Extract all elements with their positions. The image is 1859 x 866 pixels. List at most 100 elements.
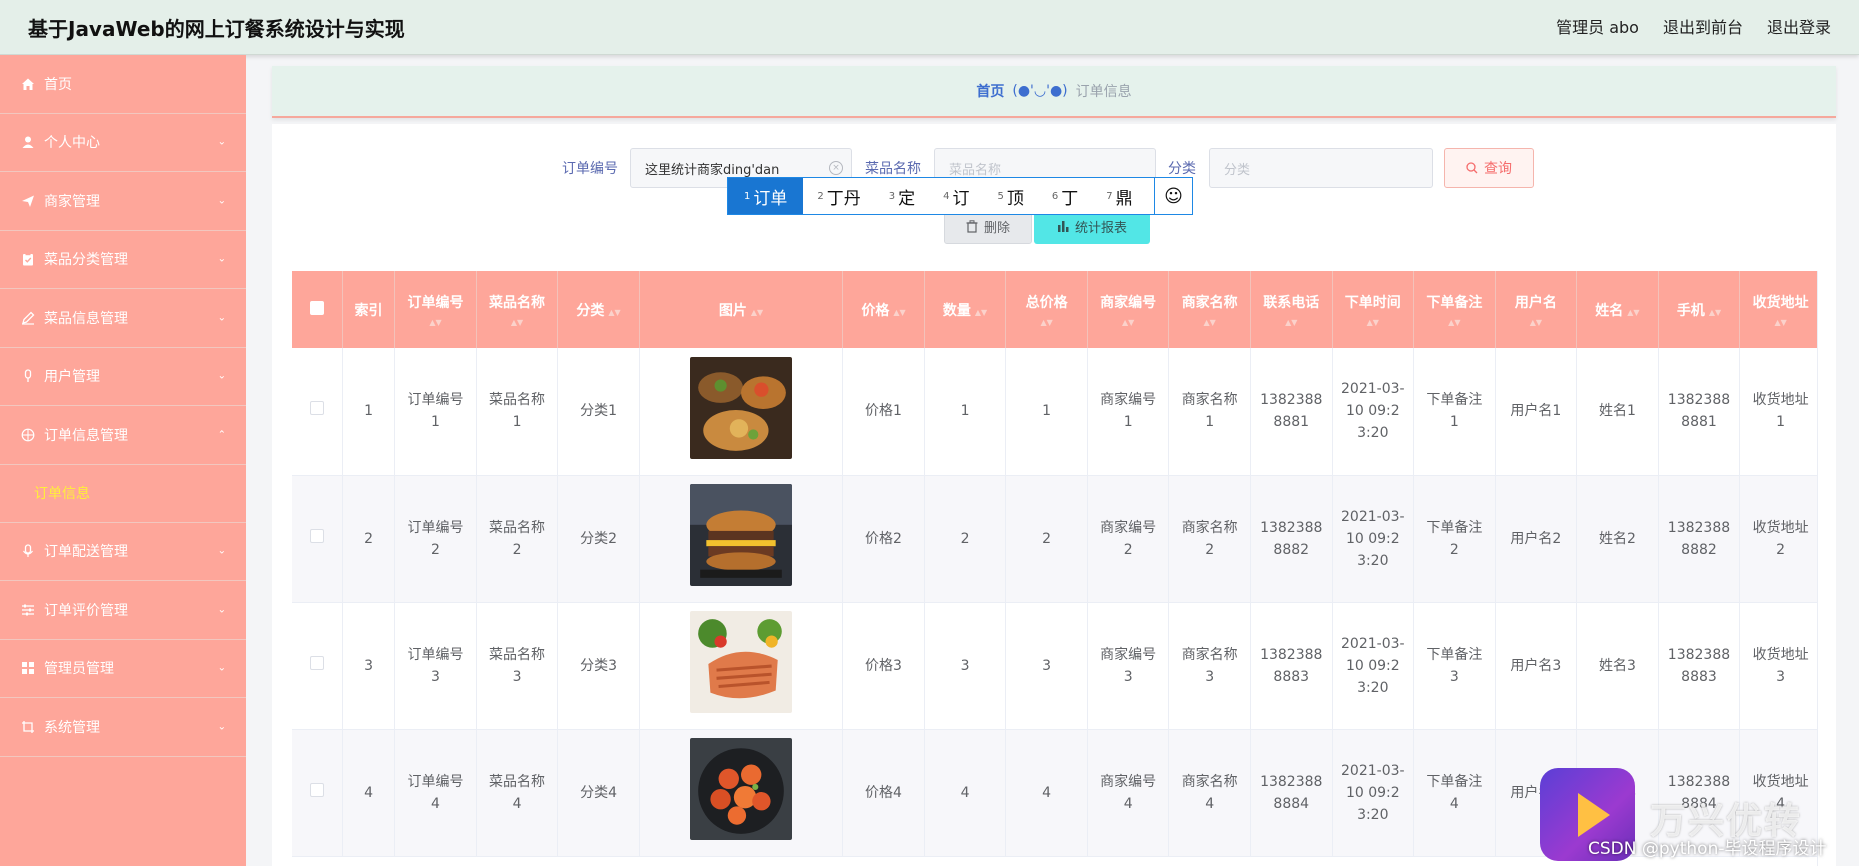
sort-icon[interactable]: ▲▼ [751,308,763,317]
cell-username: 用户名1 [1495,348,1578,476]
mic-icon [20,368,36,384]
sort-icon[interactable]: ▲▼ [608,308,620,317]
sort-icon[interactable]: ▲▼ [481,318,554,327]
column-header[interactable]: 图片 ▲▼ [639,271,844,348]
sidebar-item-merchant[interactable]: 商家管理 ⌄ [0,172,246,231]
column-header[interactable]: 数量 ▲▼ [924,271,1007,348]
sort-icon[interactable]: ▲▼ [1627,308,1639,317]
clear-icon[interactable]: × [829,161,843,175]
row-checkbox[interactable] [309,782,324,797]
sort-icon[interactable]: ▲▼ [1744,318,1817,327]
ime-candidate-4[interactable]: 4订 [929,178,983,214]
select-all-checkbox[interactable] [309,300,324,315]
sidebar-item-home[interactable]: 首页 [0,55,246,114]
sidebar-item-label: 用户管理 [44,369,100,386]
row-checkbox[interactable] [309,401,324,416]
sort-icon[interactable]: ▲▼ [975,308,987,317]
cell-address: 收货地址2 [1739,475,1817,603]
column-header[interactable]: 联系电话 ▲▼ [1250,271,1333,348]
delete-label: 删除 [983,220,1010,236]
submenu-item-order-info[interactable]: 订单信息 [0,465,246,523]
sort-icon[interactable]: ▲▼ [399,318,472,327]
exit-to-front-link[interactable]: 退出到前台 [1663,14,1743,38]
food-photo-4[interactable] [690,738,793,840]
sort-icon[interactable]: ▲▼ [1337,318,1410,327]
cell-qty: 3 [924,602,1007,730]
sidebar-item-dish-info[interactable]: 菜品信息管理 ⌄ [0,289,246,348]
chevron-down-icon: ⌄ [217,253,226,265]
sidebar-item-label: 个人中心 [44,135,100,152]
ime-candidate-3[interactable]: 3定 [875,178,929,214]
food-photo-1[interactable] [690,356,793,459]
ime-candidate-5[interactable]: 5顶 [984,178,1038,214]
table-row[interactable]: 3 订单编号3 菜品名称3 分类3 价格3 3 3 商家编号3 商家名称3 13… [292,602,1817,730]
cell-price: 价格2 [842,475,925,603]
cell-qty: 2 [924,475,1007,603]
food-photo-3[interactable] [690,611,793,713]
sort-icon[interactable]: ▲▼ [1255,318,1328,327]
breadcrumb-home[interactable]: 首页 [976,81,1004,101]
cell-phone: 13823888884 [1250,729,1333,857]
cell-order-no: 订单编号2 [394,475,477,603]
sort-icon[interactable]: ▲▼ [1500,318,1573,327]
sidebar-item-order-info[interactable]: 订单信息管理 ⌃ [0,406,246,465]
column-header[interactable]: 价格 ▲▼ [842,271,925,348]
select-all-cell[interactable] [292,271,343,348]
emoji-icon[interactable]: ☺ [1154,178,1192,214]
clipboard-icon [20,251,36,267]
sidebar-item-users[interactable]: 用户管理 ⌄ [0,348,246,406]
food-photo-2[interactable] [690,484,793,586]
sidebar-item-order-review[interactable]: 订单评价管理 ⌄ [0,581,246,640]
sort-icon[interactable]: ▲▼ [1010,318,1083,327]
category-input[interactable]: 分类 [1209,148,1433,188]
column-header[interactable]: 下单时间 ▲▼ [1332,271,1415,348]
column-header[interactable]: 分类 ▲▼ [557,271,640,348]
column-header[interactable]: 商家名称 ▲▼ [1168,271,1251,348]
sidebar-item-admin[interactable]: 管理员管理 ⌄ [0,640,246,698]
column-header[interactable]: 订单编号 ▲▼ [394,271,477,348]
query-button[interactable]: 查询 [1444,148,1534,188]
column-header[interactable]: 姓名 ▲▼ [1576,271,1659,348]
table-row[interactable]: 2 订单编号2 菜品名称2 分类2 价格2 2 2 商家编号2 商家名称2 13… [292,475,1817,603]
admin-user-label[interactable]: 管理员 abo [1556,14,1639,38]
sort-icon[interactable]: ▲▼ [1709,308,1721,317]
column-header[interactable]: 手机 ▲▼ [1658,271,1741,348]
cell-time: 2021-03-10 09:23:20 [1332,729,1415,857]
sidebar-item-label: 管理员管理 [44,661,114,678]
sidebar-item-system[interactable]: 系统管理 ⌄ [0,698,246,757]
column-header[interactable]: 用户名 ▲▼ [1495,271,1578,348]
column-header[interactable]: 收货地址 ▲▼ [1739,271,1817,348]
sidebar-item-order-delivery[interactable]: 订单配送管理 ⌄ [0,523,246,581]
edit-icon [20,310,36,326]
sort-icon[interactable]: ▲▼ [1092,318,1165,327]
sidebar-item-label: 菜品分类管理 [44,252,128,269]
cell-price: 价格4 [842,729,925,857]
ime-candidate-1[interactable]: 1 订单 [728,178,804,214]
sliders-icon [20,602,36,618]
column-header[interactable]: 下单备注 ▲▼ [1413,271,1496,348]
category-label: 分类 [1168,161,1196,177]
logout-link[interactable]: 退出登录 [1767,14,1831,38]
search-icon [1466,162,1478,174]
sidebar-item-label: 菜品信息管理 [44,310,128,327]
table-row[interactable]: 1 订单编号1 菜品名称1 分类1 价格1 1 1 商家编号1 商家名称1 13… [292,348,1817,476]
csdn-watermark: CSDN @python-毕设程序设计 [1588,839,1827,859]
cell-time: 2021-03-10 09:23:20 [1332,348,1415,476]
sidebar-item-profile[interactable]: 个人中心 ⌄ [0,114,246,172]
sort-icon[interactable]: ▲▼ [1418,318,1491,327]
column-header[interactable]: 商家编号 ▲▼ [1087,271,1170,348]
row-checkbox[interactable] [309,655,324,670]
sidebar-item-dish-category[interactable]: 菜品分类管理 ⌄ [0,231,246,289]
row-checkbox[interactable] [309,528,324,543]
sort-icon[interactable]: ▲▼ [893,308,905,317]
chevron-down-icon: ⌄ [217,312,226,324]
cell-qty: 1 [924,348,1007,476]
ime-candidate-6[interactable]: 6丁 [1038,178,1092,214]
cell-total: 4 [1005,729,1088,857]
sort-icon[interactable]: ▲▼ [1173,318,1246,327]
ime-candidate-2[interactable]: 2 丁丹 [803,178,874,214]
column-header[interactable]: 总价格 ▲▼ [1005,271,1088,348]
ime-candidate-7[interactable]: 7鼎 [1092,178,1146,214]
cell-shop-name: 商家名称4 [1168,729,1251,857]
column-header[interactable]: 菜品名称 ▲▼ [476,271,559,348]
